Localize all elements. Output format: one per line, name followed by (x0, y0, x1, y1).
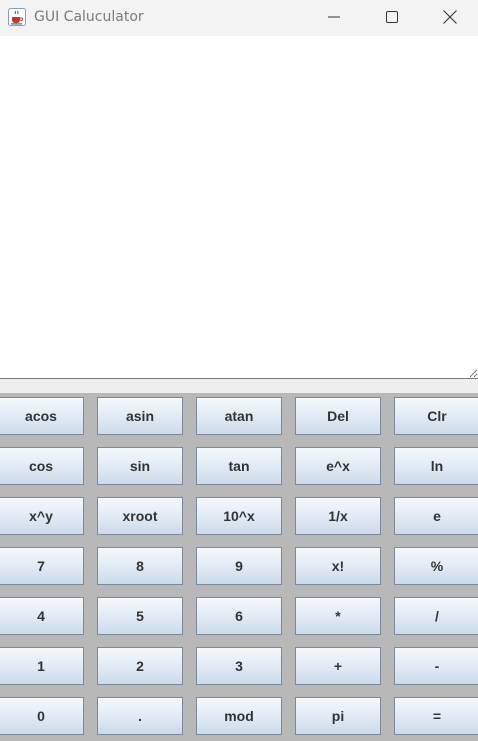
multiply-button[interactable]: * (295, 597, 381, 635)
display-scrollbar[interactable] (0, 378, 478, 393)
digit-8-button[interactable]: 8 (97, 547, 183, 585)
delete-button[interactable]: Del (295, 397, 381, 435)
atan-button[interactable]: atan (196, 397, 282, 435)
asin-button[interactable]: asin (97, 397, 183, 435)
xroot-button[interactable]: xroot (97, 497, 183, 535)
sin-button[interactable]: sin (97, 447, 183, 485)
cos-button[interactable]: cos (0, 447, 84, 485)
maximize-icon (386, 11, 398, 23)
digit-6-button[interactable]: 6 (196, 597, 282, 635)
keypad-row: 4 5 6 * / (0, 597, 478, 635)
decimal-button[interactable]: . (97, 697, 183, 735)
divide-button[interactable]: / (394, 597, 478, 635)
java-cup-icon (8, 8, 26, 26)
digit-7-button[interactable]: 7 (0, 547, 84, 585)
acos-button[interactable]: acos (0, 397, 84, 435)
keypad-row: 7 8 9 x!% (0, 547, 478, 585)
subtract-button[interactable]: - (394, 647, 478, 685)
digit-3-button[interactable]: 3 (196, 647, 282, 685)
title-bar: GUI Caluculator (0, 0, 478, 36)
close-icon (443, 10, 457, 24)
digit-5-button[interactable]: 5 (97, 597, 183, 635)
keypad-row: x^y xroot 10^x 1/x e (0, 497, 478, 535)
digit-4-button[interactable]: 4 (0, 597, 84, 635)
factorial-button[interactable]: x! (295, 547, 381, 585)
keypad: acos asin atan Del Clr cos sin tan e^x ln x^y xroot… (0, 393, 478, 741)
keypad-row: 0. mod pi = (0, 697, 478, 735)
digit-0-button[interactable]: 0 (0, 697, 84, 735)
equals-button[interactable]: = (394, 697, 478, 735)
window-title: GUI Caluculator (34, 9, 144, 25)
power-button[interactable]: x^y (0, 497, 84, 535)
maximize-button[interactable] (363, 0, 421, 34)
minimize-button[interactable] (305, 0, 363, 34)
keypad-row: cos sin tan e^x ln (0, 447, 478, 485)
tan-button[interactable]: tan (196, 447, 282, 485)
keypad-row: 1 2 3 + - (0, 647, 478, 685)
display-area[interactable] (0, 36, 478, 378)
keypad-row: acos asin atan Del Clr (0, 397, 478, 435)
digit-9-button[interactable]: 9 (196, 547, 282, 585)
exp-button[interactable]: e^x (295, 447, 381, 485)
reciprocal-button[interactable]: 1/x (295, 497, 381, 535)
mod-button[interactable]: mod (196, 697, 282, 735)
digit-1-button[interactable]: 1 (0, 647, 84, 685)
add-button[interactable]: + (295, 647, 381, 685)
calculator-window: GUI Caluculator acos asin atan Del Clr cos sin… (0, 0, 478, 741)
pi-button[interactable]: pi (295, 697, 381, 735)
digit-2-button[interactable]: 2 (97, 647, 183, 685)
ln-button[interactable]: ln (394, 447, 478, 485)
percent-button[interactable]: % (394, 547, 478, 585)
euler-button[interactable]: e (394, 497, 478, 535)
ten-power-button[interactable]: 10^x (196, 497, 282, 535)
close-button[interactable] (421, 0, 478, 34)
clear-button[interactable]: Clr (394, 397, 478, 435)
minimize-icon (328, 16, 340, 18)
